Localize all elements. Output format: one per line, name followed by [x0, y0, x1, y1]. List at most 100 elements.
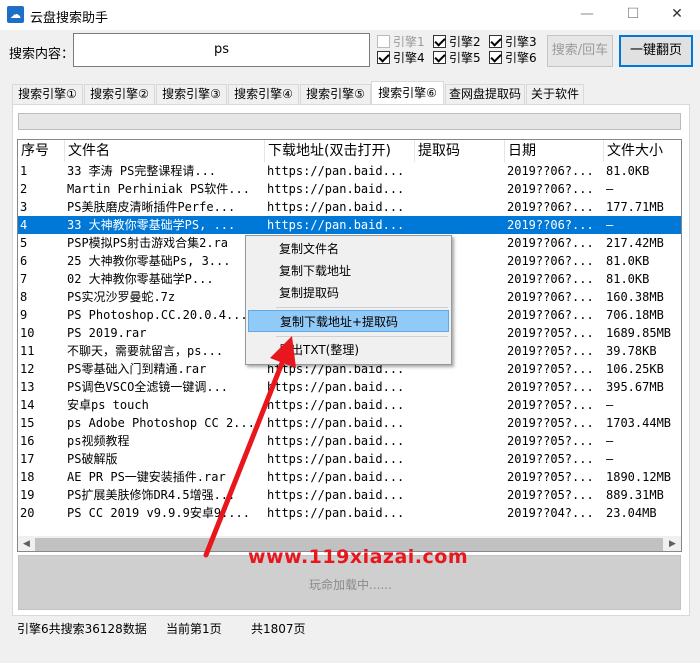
tab-engine-6[interactable]: 搜索引擎⑥	[371, 81, 444, 104]
header-filename[interactable]: 文件名	[65, 140, 265, 162]
tab-engine-5[interactable]: 搜索引擎⑤	[300, 84, 371, 104]
cell-url: https://pan.baid...	[267, 398, 405, 412]
cell-filename: AE PR PS一键安装插件.rar	[67, 470, 226, 484]
header-url[interactable]: 下载地址(双击打开)	[265, 140, 415, 162]
cell-filename: PS美肤磨皮清晰插件Perfe...	[67, 200, 236, 214]
engine-1-label: 引擎1	[393, 35, 425, 49]
menu-copy-filename[interactable]: 复制文件名	[248, 238, 449, 260]
engine-1-checkbox[interactable]: 引擎1	[377, 35, 425, 51]
cell-filename: PS 2019.rar	[67, 326, 147, 340]
close-icon[interactable]: ✕	[654, 0, 700, 30]
cell-size: 217.42MB	[606, 236, 664, 250]
progress-bar	[18, 113, 681, 130]
tab-engine-3[interactable]: 搜索引擎③	[156, 84, 227, 104]
cell-size: 39.78KB	[606, 344, 657, 358]
tab-engine-2[interactable]: 搜索引擎②	[84, 84, 155, 104]
cell-url: https://pan.baid...	[267, 182, 405, 196]
cell-filename: PS CC 2019 v9.9.9安卓9....	[67, 506, 250, 520]
table-row[interactable]: 13 PS调色VSCO全滤镜一键调... https://pan.baid... 20…	[18, 378, 681, 396]
cell-filename: ps Adobe Photoshop CC 2...	[67, 416, 255, 430]
menu-copy-url-and-code[interactable]: 复制下载地址+提取码	[248, 310, 449, 332]
cell-index: 12	[20, 362, 35, 376]
cell-date: 2019??05?...	[507, 344, 594, 358]
table-row[interactable]: 1 33 李涛 PS完整课程请... https://pan.baid... 2019…	[18, 162, 681, 180]
table-header: 序号 文件名 下载地址(双击打开) 提取码 日期 文件大小	[18, 140, 681, 162]
cell-size: 1703.44MB	[606, 416, 672, 430]
cell-filename: PSP模拟PS射击游戏合集2.ra	[67, 236, 229, 250]
cell-url: https://pan.baid...	[267, 200, 405, 214]
cell-index: 7	[20, 272, 28, 286]
cell-url: https://pan.baid...	[267, 434, 405, 448]
search-input[interactable]: ps	[73, 33, 370, 67]
cell-date: 2019??06?...	[507, 308, 594, 322]
cell-date: 2019??06?...	[507, 236, 594, 250]
header-size[interactable]: 文件大小	[604, 140, 681, 162]
cell-index: 13	[20, 380, 35, 394]
status-engine-info: 引擎6共搜索36128数据	[17, 622, 147, 636]
cloud-icon: ☁	[7, 6, 24, 23]
menu-copy-url[interactable]: 复制下载地址	[248, 260, 449, 282]
cell-size: 889.31MB	[606, 488, 664, 502]
cell-index: 18	[20, 470, 35, 484]
header-code[interactable]: 提取码	[415, 140, 505, 162]
cell-index: 16	[20, 434, 35, 448]
tab-about[interactable]: 关于软件	[526, 84, 584, 104]
engine-5-checkbox[interactable]: 引擎5	[433, 51, 481, 67]
cell-index: 1	[20, 164, 28, 178]
cell-code	[415, 468, 505, 486]
scroll-right-icon[interactable]: ▶	[664, 536, 681, 551]
tab-engine-4[interactable]: 搜索引擎④	[228, 84, 299, 104]
table-row[interactable]: 18 AE PR PS一键安装插件.rar https://pan.baid... 2…	[18, 468, 681, 486]
cell-date: 2019??06?...	[507, 182, 594, 196]
cell-filename: 33 李涛 PS完整课程请...	[67, 164, 217, 178]
cell-size: —	[606, 434, 614, 448]
menu-copy-code[interactable]: 复制提取码	[248, 282, 449, 304]
cell-code	[415, 198, 505, 216]
cell-url: https://pan.baid...	[267, 218, 405, 232]
minimize-icon[interactable]: —	[564, 0, 610, 30]
engine-2-checkbox[interactable]: 引擎2	[433, 35, 481, 51]
table-row[interactable]: 20 PS CC 2019 v9.9.9安卓9.... https://pan.ba…	[18, 504, 681, 522]
search-button[interactable]: 搜索/回车	[547, 35, 613, 67]
cell-filename: PS破解版	[67, 452, 118, 466]
header-index[interactable]: 序号	[18, 140, 65, 162]
menu-separator	[276, 336, 448, 337]
table-row[interactable]: 15 ps Adobe Photoshop CC 2... https://pan.…	[18, 414, 681, 432]
cell-size: 81.0KB	[606, 254, 650, 268]
scroll-left-icon[interactable]: ◀	[18, 536, 35, 551]
cell-index: 15	[20, 416, 35, 430]
engine-6-checkbox[interactable]: 引擎6	[489, 51, 537, 67]
cell-date: 2019??05?...	[507, 362, 594, 376]
cell-filename: PS扩展美肤修饰DR4.5增强...	[67, 488, 236, 502]
cell-url: https://pan.baid...	[267, 470, 405, 484]
tab-engine-1[interactable]: 搜索引擎①	[12, 84, 83, 104]
table-row[interactable]: 16 ps视频教程 https://pan.baid... 2019??05?... —	[18, 432, 681, 450]
table-row[interactable]: 14 安卓ps touch https://pan.baid... 2019??05?…	[18, 396, 681, 414]
menu-export-txt[interactable]: 导出TXT(整理)	[248, 339, 449, 361]
cell-filename: 33 大神教你零基础学PS, ...	[67, 218, 236, 232]
page-turn-button[interactable]: 一键翻页	[619, 35, 693, 67]
cell-code	[415, 432, 505, 450]
cell-size: 23.04MB	[606, 506, 657, 520]
table-row[interactable]: 19 PS扩展美肤修饰DR4.5增强... https://pan.baid... 2…	[18, 486, 681, 504]
maximize-icon[interactable]: ☐	[610, 0, 656, 30]
tab-extract-code[interactable]: 查网盘提取码	[445, 84, 525, 104]
table-row[interactable]: 4 33 大神教你零基础学PS, ... https://pan.baid... 20…	[18, 216, 681, 234]
title-bar: ☁ 云盘搜索助手 — ☐ ✕	[0, 0, 700, 30]
checkbox-box	[377, 51, 390, 64]
engine-3-checkbox[interactable]: 引擎3	[489, 35, 537, 51]
header-date[interactable]: 日期	[505, 140, 604, 162]
checkbox-box	[433, 51, 446, 64]
engine-3-label: 引擎3	[505, 35, 537, 49]
table-row[interactable]: 3 PS美肤磨皮清晰插件Perfe... https://pan.baid... 20…	[18, 198, 681, 216]
cell-index: 10	[20, 326, 35, 340]
cell-date: 2019??05?...	[507, 470, 594, 484]
cell-code	[415, 396, 505, 414]
engine-4-checkbox[interactable]: 引擎4	[377, 51, 425, 67]
checkbox-box	[433, 35, 446, 48]
table-row[interactable]: 17 PS破解版 https://pan.baid... 2019??05?... —	[18, 450, 681, 468]
context-menu: 复制文件名 复制下载地址 复制提取码 复制下载地址+提取码 导出TXT(整理)	[245, 235, 452, 365]
table-row[interactable]: 2 Martin Perhiniak PS软件... https://pan.bai…	[18, 180, 681, 198]
cell-index: 20	[20, 506, 35, 520]
cell-code	[415, 414, 505, 432]
